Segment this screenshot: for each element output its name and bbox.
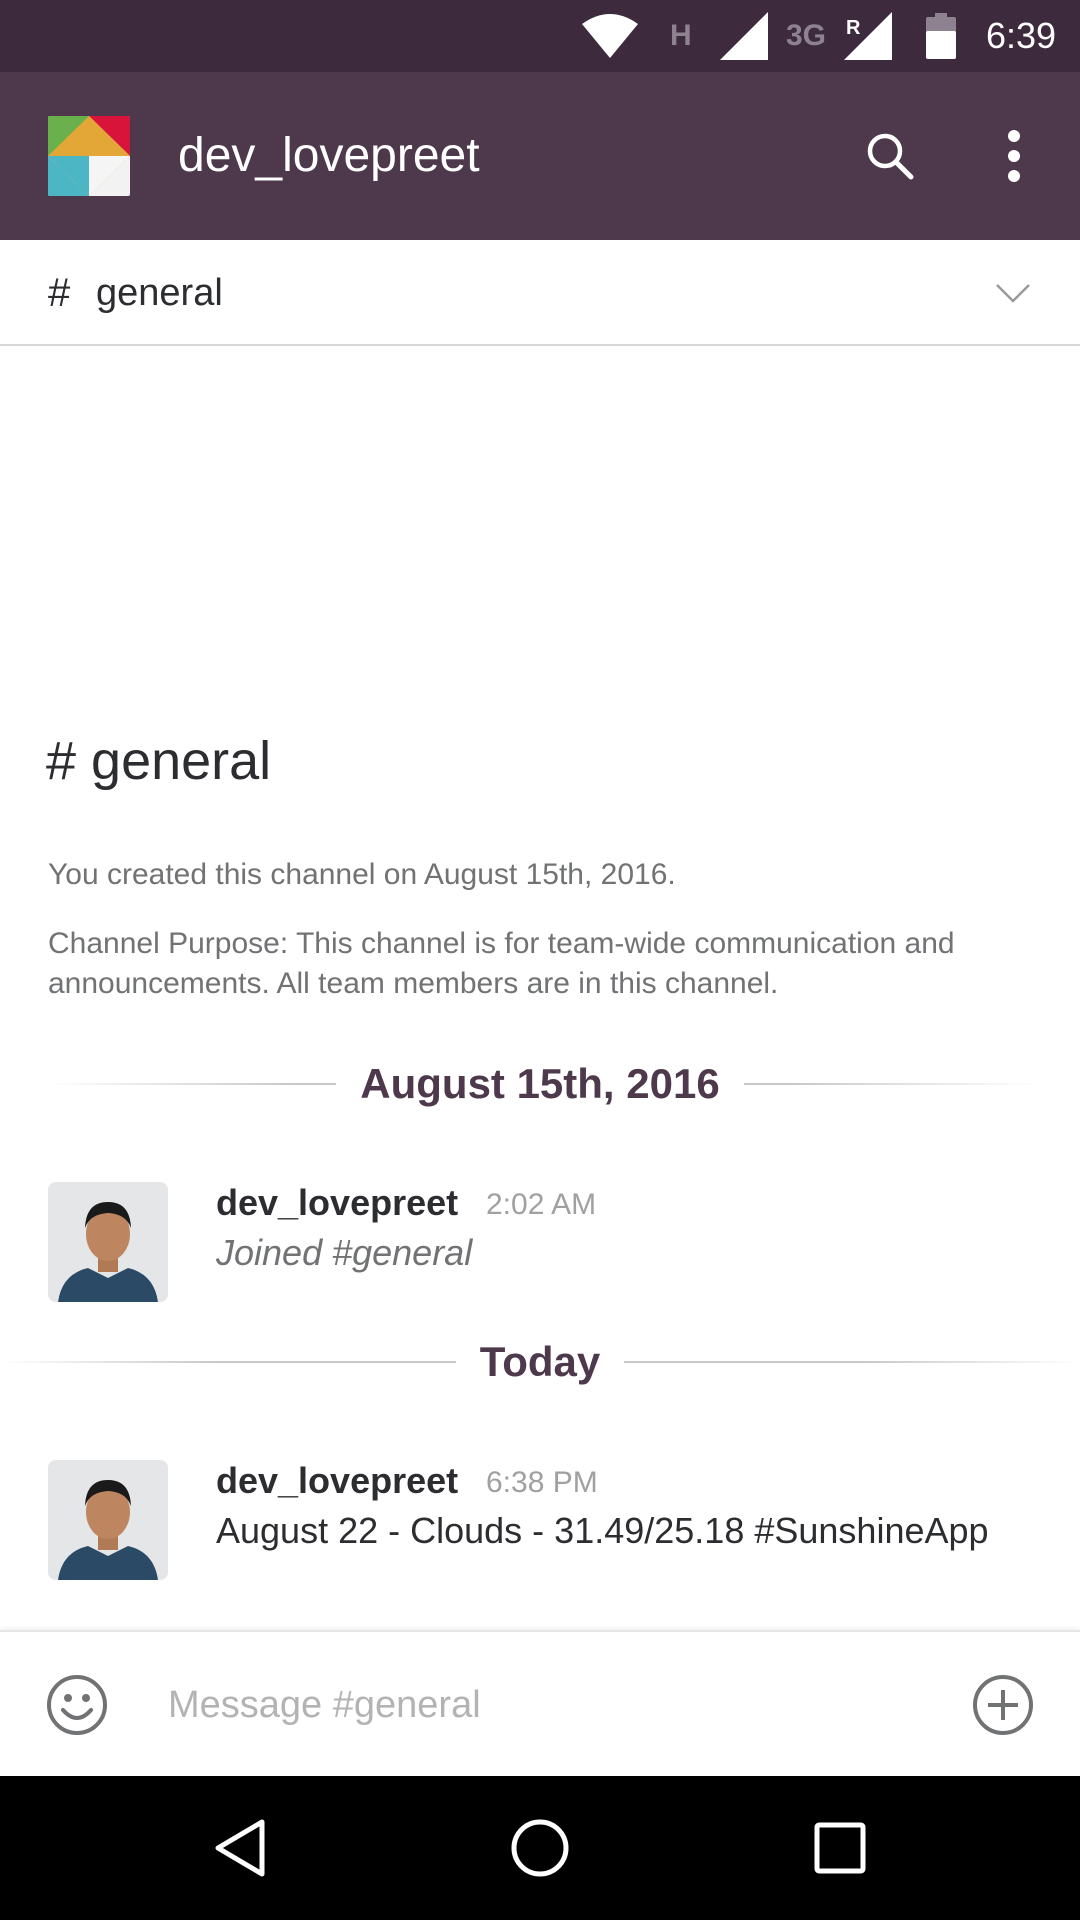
system-nav-bar [0, 1776, 1080, 1920]
day-divider-text: August 15th, 2016 [336, 1060, 744, 1107]
channel-created-text: You created this channel on August 15th,… [48, 858, 676, 891]
signal-icon [720, 0, 768, 72]
search-icon[interactable] [846, 112, 934, 200]
channel-hash-icon: # [48, 271, 71, 315]
emoji-icon[interactable] [44, 1672, 110, 1738]
wifi-icon [582, 0, 638, 72]
message-text: August 22 - Clouds - 31.49/25.18 #Sunshi… [216, 1510, 989, 1551]
network-type-3g: 3G [786, 19, 827, 52]
avatar[interactable] [48, 1182, 168, 1302]
channel-name: general [96, 272, 223, 314]
message-timestamp: 6:38 PM [486, 1466, 598, 1499]
message-timestamp: 2:02 AM [486, 1188, 597, 1221]
day-divider-text: Today [455, 1338, 625, 1385]
message-item[interactable]: dev_lovepreet 2:02 AM Joined #general [0, 1182, 1080, 1322]
day-divider: Today [0, 1332, 1080, 1392]
recents-icon[interactable] [790, 1798, 890, 1898]
app-bar: dev_lovepreet [0, 72, 1080, 240]
message-input[interactable] [168, 1662, 928, 1748]
add-icon[interactable] [970, 1672, 1036, 1738]
message-author[interactable]: dev_lovepreet [216, 1460, 458, 1502]
message-text: Joined #general [216, 1232, 473, 1273]
day-divider-label: August 15th, 2016 [0, 1054, 1080, 1114]
status-bar: H 3G R 6:39 [0, 0, 1080, 72]
message-item[interactable]: dev_lovepreet 6:38 PM August 22 - Clouds… [0, 1460, 1080, 1600]
day-divider-label: Today [0, 1332, 1080, 1392]
team-name[interactable]: dev_lovepreet [178, 72, 480, 240]
team-logo[interactable] [48, 116, 130, 196]
message-composer [0, 1630, 1080, 1776]
clock: 6:39 [986, 15, 1057, 56]
chevron-down-icon[interactable] [988, 270, 1038, 316]
home-icon[interactable] [490, 1798, 590, 1898]
network-type-h: H [670, 19, 692, 52]
channel-header[interactable]: # general [0, 240, 1080, 346]
roaming-signal-icon [844, 0, 892, 72]
overflow-menu-icon[interactable] [970, 112, 1058, 200]
day-divider: August 15th, 2016 [0, 1054, 1080, 1114]
channel-intro-title: # general [46, 731, 272, 791]
message-author[interactable]: dev_lovepreet [216, 1182, 458, 1224]
back-icon[interactable] [190, 1798, 290, 1898]
battery-icon [926, 0, 956, 72]
channel-purpose-text: Channel Purpose: This channel is for tea… [48, 927, 955, 1000]
avatar[interactable] [48, 1460, 168, 1580]
